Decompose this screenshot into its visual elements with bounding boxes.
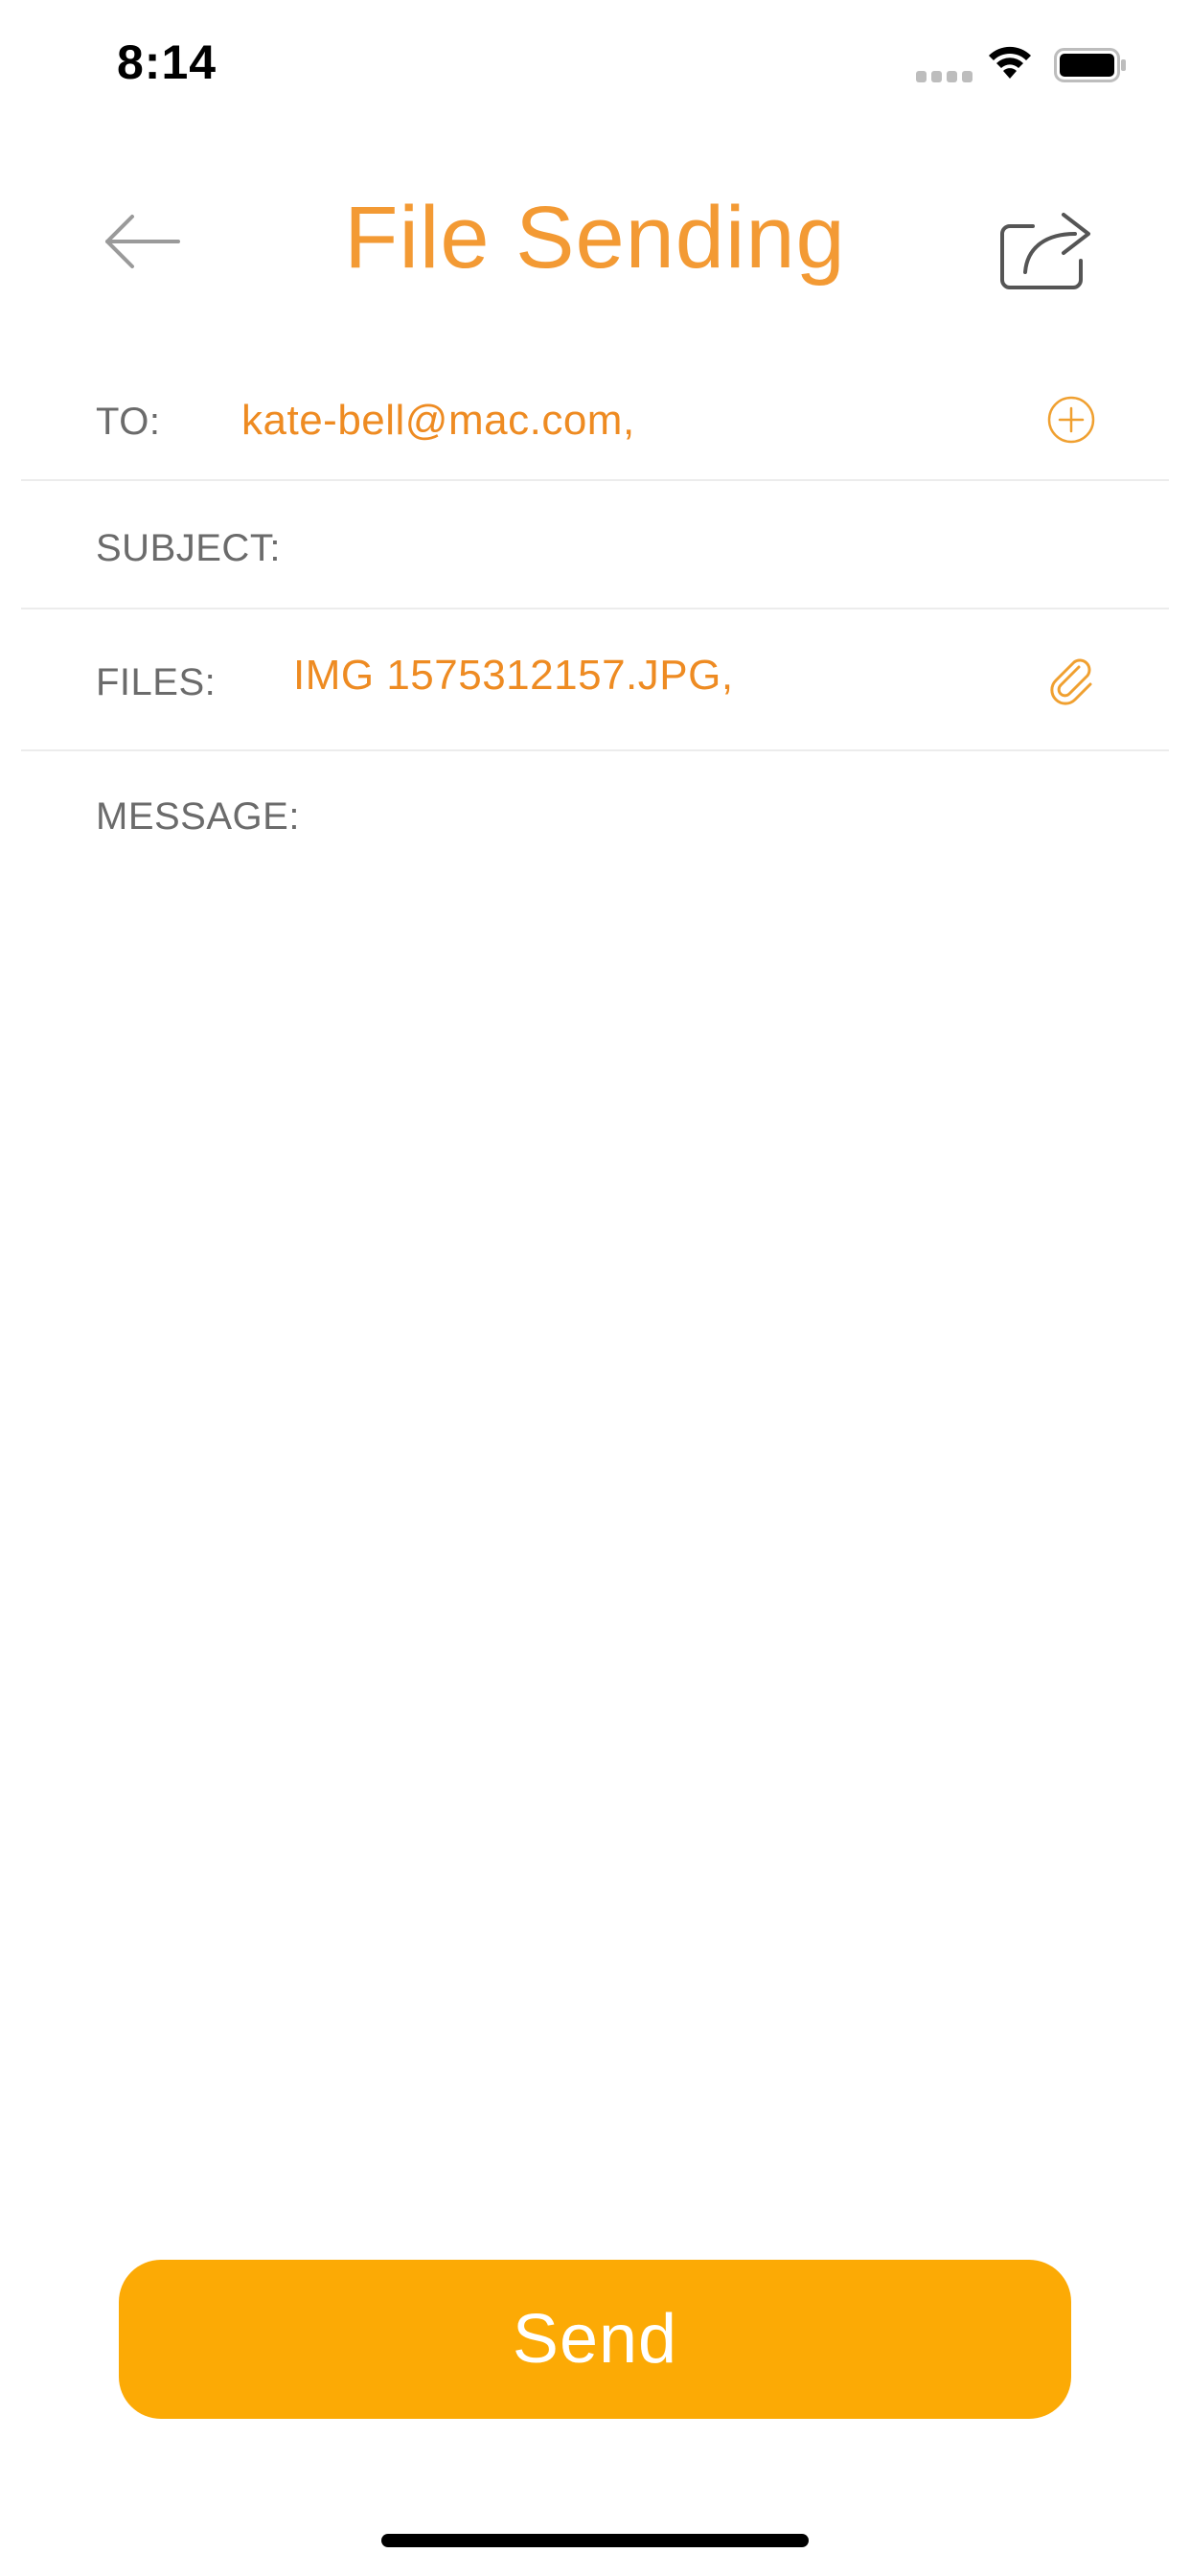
subject-field[interactable] bbox=[297, 521, 1140, 575]
battery-icon bbox=[1054, 48, 1127, 82]
divider bbox=[21, 479, 1169, 481]
to-label: TO: bbox=[96, 401, 161, 443]
to-field[interactable]: kate-bell@mac.com, bbox=[241, 397, 635, 445]
status-time: 8:14 bbox=[117, 35, 217, 89]
divider bbox=[21, 608, 1169, 610]
add-recipient-button[interactable] bbox=[1046, 395, 1096, 445]
home-indicator bbox=[381, 2534, 809, 2547]
share-button[interactable] bbox=[996, 197, 1096, 293]
wifi-icon bbox=[985, 42, 1035, 80]
subject-label: SUBJECT: bbox=[96, 527, 281, 569]
message-label: MESSAGE: bbox=[96, 795, 300, 838]
files-label: FILES: bbox=[96, 661, 217, 703]
cellular-signal-icon bbox=[916, 71, 973, 82]
message-textarea[interactable] bbox=[96, 862, 1092, 2204]
paperclip-icon bbox=[1050, 658, 1092, 705]
send-button[interactable]: Send bbox=[119, 2260, 1071, 2419]
share-icon bbox=[1000, 213, 1090, 289]
files-field[interactable]: IMG 1575312157.JPG, bbox=[293, 652, 734, 700]
attach-file-button[interactable] bbox=[1044, 652, 1098, 705]
plus-circle-icon bbox=[1047, 396, 1095, 444]
divider bbox=[21, 749, 1169, 751]
